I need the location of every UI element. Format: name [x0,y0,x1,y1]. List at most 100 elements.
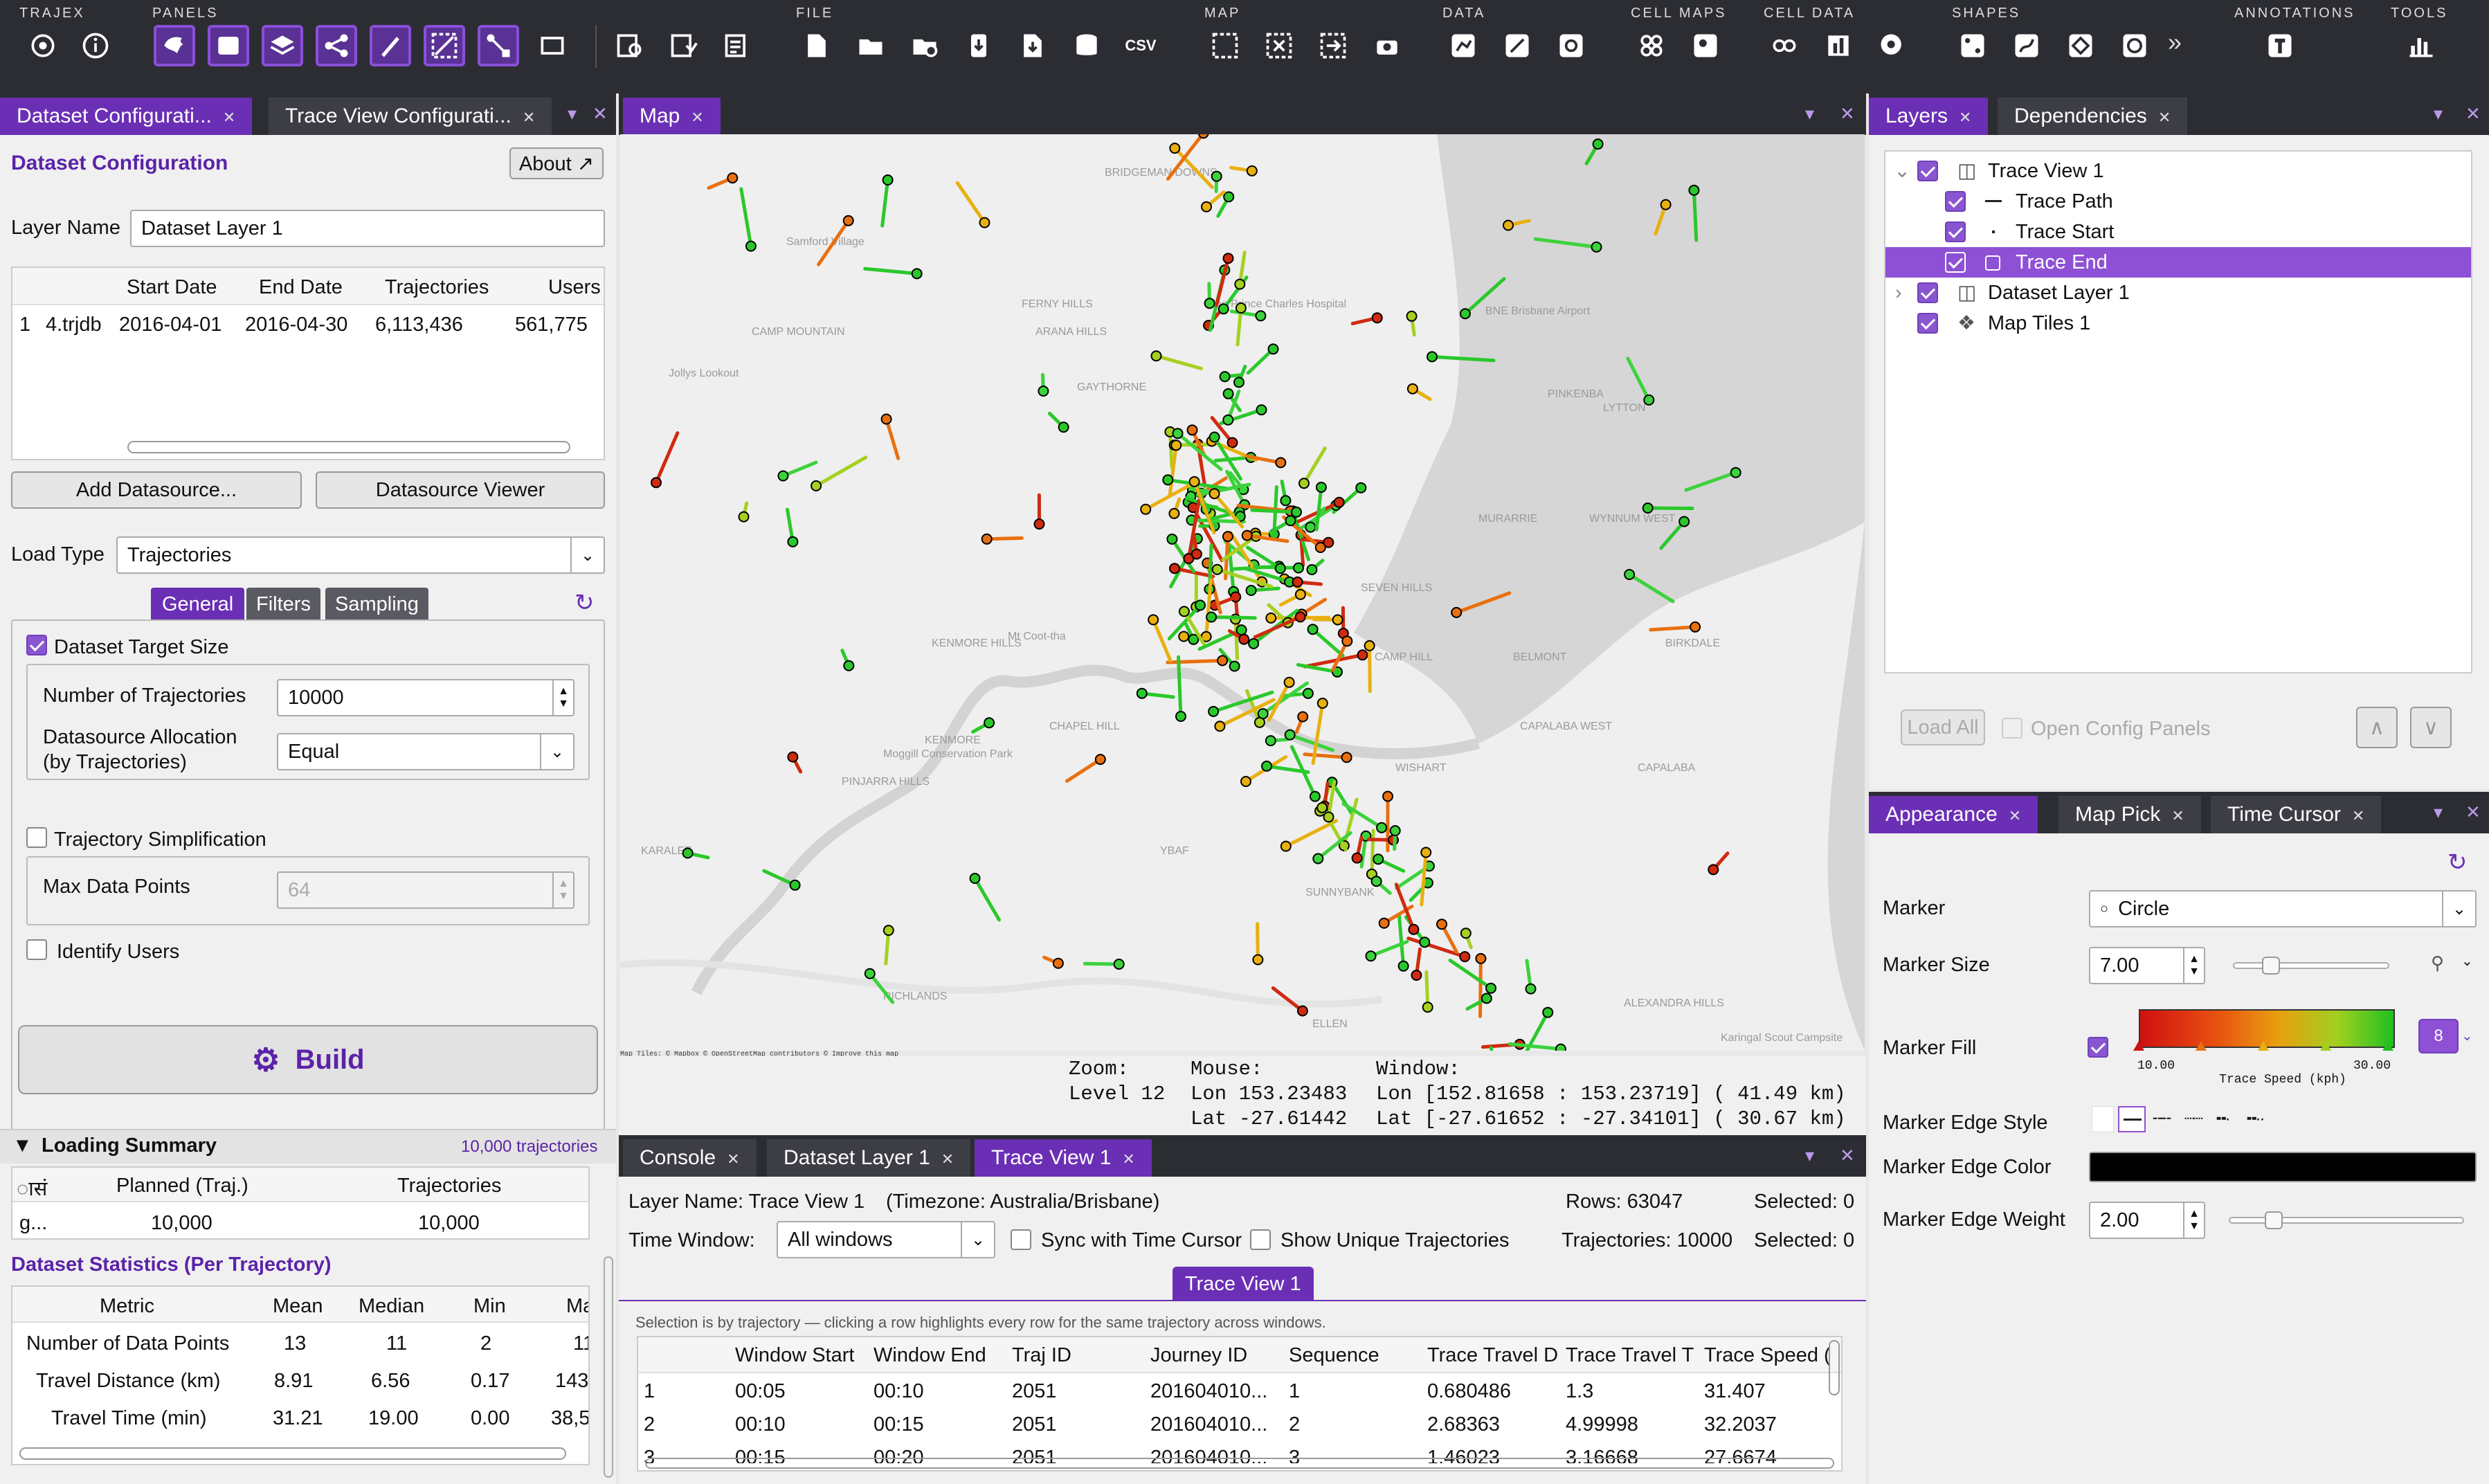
trace-end-marker[interactable] [1188,476,1200,487]
marker-edge-color-swatch[interactable] [2089,1152,2477,1182]
trace-end-marker[interactable] [1294,611,1306,623]
stepper-icon[interactable]: ▲ ▼ [552,680,573,715]
trace-end-marker[interactable] [1175,711,1186,722]
trace-end-marker[interactable] [1219,371,1231,383]
trace-end-marker[interactable] [727,172,739,184]
trace-end-marker[interactable] [1186,424,1198,436]
trace-end-marker[interactable] [1150,350,1162,362]
open-project-icon[interactable] [609,25,651,66]
trace-end-marker[interactable] [880,413,892,425]
trace-end-marker[interactable] [1451,606,1463,618]
fullscreen-icon[interactable] [532,25,573,66]
map-pick-panel-icon[interactable] [424,25,465,66]
trace-end-marker[interactable] [1222,253,1234,264]
gradient-stop-marker[interactable] [2382,1041,2393,1051]
close-icon[interactable]: ✕ [1959,109,1971,126]
horizontal-scrollbar[interactable] [645,1458,1834,1469]
trace-end-marker[interactable] [1296,1005,1308,1017]
shape-circle-icon[interactable] [2114,25,2155,66]
cell-search-icon[interactable] [1872,25,1913,66]
column-header[interactable]: Window End [874,1344,1005,1367]
trace-end-marker[interactable] [1038,386,1049,397]
tab-menu-chevron-icon[interactable]: ▾ [1805,103,1814,125]
trace-end-marker[interactable] [1730,467,1741,478]
slider-handle[interactable] [2262,957,2280,975]
close-icon[interactable]: ✕ [2171,807,2184,824]
close-icon[interactable]: ✕ [2009,807,2021,824]
close-icon[interactable]: ✕ [523,109,535,126]
identify-users-checkbox[interactable] [26,939,47,960]
trace-end-marker[interactable] [1378,917,1390,929]
trace-end-marker[interactable] [1265,612,1277,624]
trace-end-marker[interactable] [1214,721,1226,732]
add-datasource-button[interactable]: Add Datasource... [11,471,302,509]
sync-time-cursor-checkbox[interactable] [1011,1229,1031,1250]
marker-size-slider[interactable] [2233,957,2389,975]
column-header[interactable]: Traj ID [1012,1344,1143,1367]
layer-visibility-checkbox[interactable] [1917,313,1938,334]
map-svg[interactable]: BRIDGEMAN DOWNSSamford VillageFERNY HILL… [620,134,1865,1051]
trace-end-marker[interactable] [1223,191,1235,203]
trace-end-marker[interactable] [1365,950,1377,962]
dataset-target-size-checkbox[interactable] [26,635,47,655]
trace-end-marker[interactable] [1332,614,1343,626]
tab-menu-chevron-icon[interactable]: ▾ [568,103,577,125]
trace-end-marker[interactable] [1397,960,1409,972]
trace-end-marker[interactable] [1148,614,1159,626]
trace-end-marker[interactable] [1355,482,1367,494]
trace-end-marker[interactable] [1188,633,1200,645]
tab-layers[interactable]: Layers ✕ [1869,98,1989,135]
close-icon[interactable]: ✕ [727,1150,739,1168]
trace-end-marker[interactable] [1306,564,1318,575]
trace-end-marker[interactable] [1643,394,1655,406]
link-icon[interactable]: ⚲ [2431,952,2444,974]
map-extent-icon[interactable] [1204,25,1246,66]
trace-end-marker[interactable] [1245,585,1257,596]
column-header[interactable]: Trace Travel T [1566,1344,1697,1367]
tree-item-trace-end[interactable]: Trace End [1885,247,2471,278]
column-header[interactable]: Sequence [1289,1344,1420,1367]
layers-panel-icon[interactable] [262,25,303,66]
shape-points-icon[interactable] [1952,25,1993,66]
layer-visibility-checkbox[interactable] [1917,282,1938,303]
shape-polygon-icon[interactable] [2060,25,2101,66]
trace-end-marker[interactable] [1427,351,1438,363]
trace-end-marker[interactable] [1323,811,1334,823]
trace-end-marker[interactable] [1236,624,1247,636]
trace-end-marker[interactable] [1274,563,1286,574]
trace-end-marker[interactable] [1708,864,1719,876]
trace-end-marker[interactable] [1169,563,1180,574]
trace-end-marker[interactable] [1230,591,1242,603]
settings-gear-icon[interactable] [22,25,64,66]
tab-trace-view-configuration[interactable]: Trace View Configurati... ✕ [269,98,552,135]
number-of-trajectories-input[interactable]: 10000 ▲ ▼ [277,679,574,716]
trace-end-marker[interactable] [789,879,801,891]
trace-end-marker[interactable] [1364,640,1375,651]
cell-map-add-icon[interactable] [1685,25,1726,66]
tab-map[interactable]: Map ✕ [623,98,721,135]
trace-end-marker[interactable] [651,477,662,489]
trace-end-marker[interactable] [1660,199,1672,210]
refresh-icon[interactable]: ↻ [574,589,595,617]
trace-end-marker[interactable] [1248,637,1260,649]
trace-end-marker[interactable] [1172,428,1184,440]
move-up-button[interactable]: ∧ [2356,707,2398,748]
trace-end-marker[interactable] [1341,752,1352,763]
trace-end-marker[interactable] [981,533,993,545]
gradient-stop-marker[interactable] [2133,1041,2144,1051]
chevron-right-icon[interactable]: › [1895,278,1902,308]
toolbar-overflow-icon[interactable]: » [2168,28,2182,57]
trace-end-marker[interactable] [1690,621,1701,633]
load-type-select[interactable]: Trajectories ⌄ [116,536,605,574]
gradient-stop-marker[interactable] [2196,1041,2207,1051]
trace-end-marker[interactable] [1309,790,1321,802]
export-file-icon[interactable] [1012,25,1053,66]
trace-end-marker[interactable] [1178,631,1190,642]
tree-item-trace-path[interactable]: Trace Path [1885,186,2471,217]
chevron-down-icon[interactable]: ⌄ [2461,1027,2473,1044]
trace-end-marker[interactable] [864,968,876,979]
trace-end-marker[interactable] [1209,431,1220,443]
datasource-allocation-select[interactable]: Equal ⌄ [277,733,574,770]
layer-visibility-checkbox[interactable] [1945,252,1966,273]
trace-end-marker[interactable] [1419,936,1431,948]
